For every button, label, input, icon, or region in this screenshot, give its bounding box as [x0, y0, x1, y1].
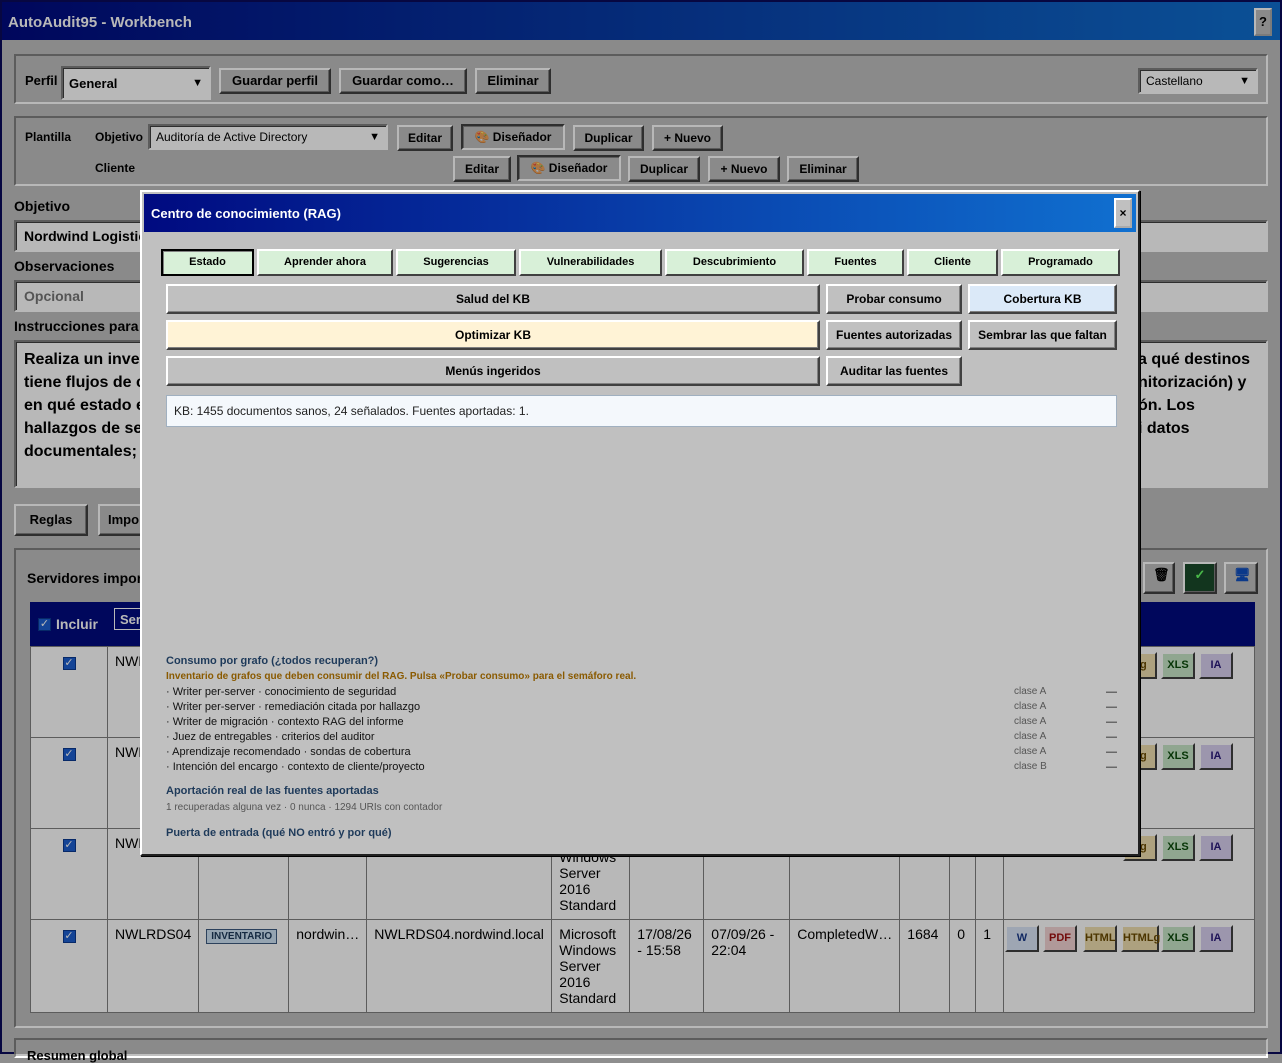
kb-health-button[interactable]: Salud del KB	[166, 284, 820, 314]
tab-estado[interactable]: Estado	[161, 249, 254, 276]
gate-title: Puerta de entrada (qué NO entró y por qu…	[166, 827, 392, 839]
tab-vulnerabilidades[interactable]: Vulnerabilidades	[519, 249, 662, 276]
contribution-title: Aportación real de las fuentes aportadas	[166, 785, 379, 797]
rag-modal: Centro de conocimiento (RAG) × Estado Ap…	[140, 190, 1140, 856]
ingested-menus-button[interactable]: Menús ingeridos	[166, 356, 820, 386]
list-item: · Intención del encargo · contexto de cl…	[166, 761, 1117, 773]
tab-descubrimiento[interactable]: Descubrimiento	[665, 249, 804, 276]
audit-sources-button[interactable]: Auditar las fuentes	[826, 356, 962, 386]
optimize-kb-button[interactable]: Optimizar KB	[166, 320, 820, 350]
close-icon[interactable]: ×	[1114, 198, 1132, 228]
list-item: · Writer de migración · contexto RAG del…	[166, 716, 1117, 728]
list-item: · Writer per-server · conocimiento de se…	[166, 686, 1117, 698]
kb-status-info: KB: 1455 documentos sanos, 24 señalados.…	[166, 395, 1117, 427]
tab-sugerencias[interactable]: Sugerencias	[396, 249, 516, 276]
consumption-warning: Inventario de grafos que deben consumir …	[166, 671, 637, 682]
probe-consumption-button[interactable]: Probar consumo	[826, 284, 962, 314]
contribution-text: 1 recuperadas alguna vez · 0 nunca · 129…	[166, 802, 443, 813]
modal-titlebar: Centro de conocimiento (RAG) ×	[144, 194, 1136, 232]
list-item: · Writer per-server · remediación citada…	[166, 701, 1117, 713]
modal-title: Centro de conocimiento (RAG)	[151, 206, 341, 221]
seed-missing-button[interactable]: Sembrar las que faltan	[968, 320, 1117, 350]
tab-cliente[interactable]: Cliente	[907, 249, 998, 276]
list-item: · Juez de entregables · criterios del au…	[166, 731, 1117, 743]
tab-programado[interactable]: Programado	[1001, 249, 1120, 276]
kb-coverage-button[interactable]: Cobertura KB	[968, 284, 1117, 314]
tab-fuentes[interactable]: Fuentes	[807, 249, 904, 276]
list-item: · Aprendizaje recomendado · sondas de co…	[166, 746, 1117, 758]
tab-aprender-ahora[interactable]: Aprender ahora	[257, 249, 393, 276]
authorized-sources-button[interactable]: Fuentes autorizadas	[826, 320, 962, 350]
consumption-title: Consumo por grafo (¿todos recuperan?)	[166, 655, 379, 667]
